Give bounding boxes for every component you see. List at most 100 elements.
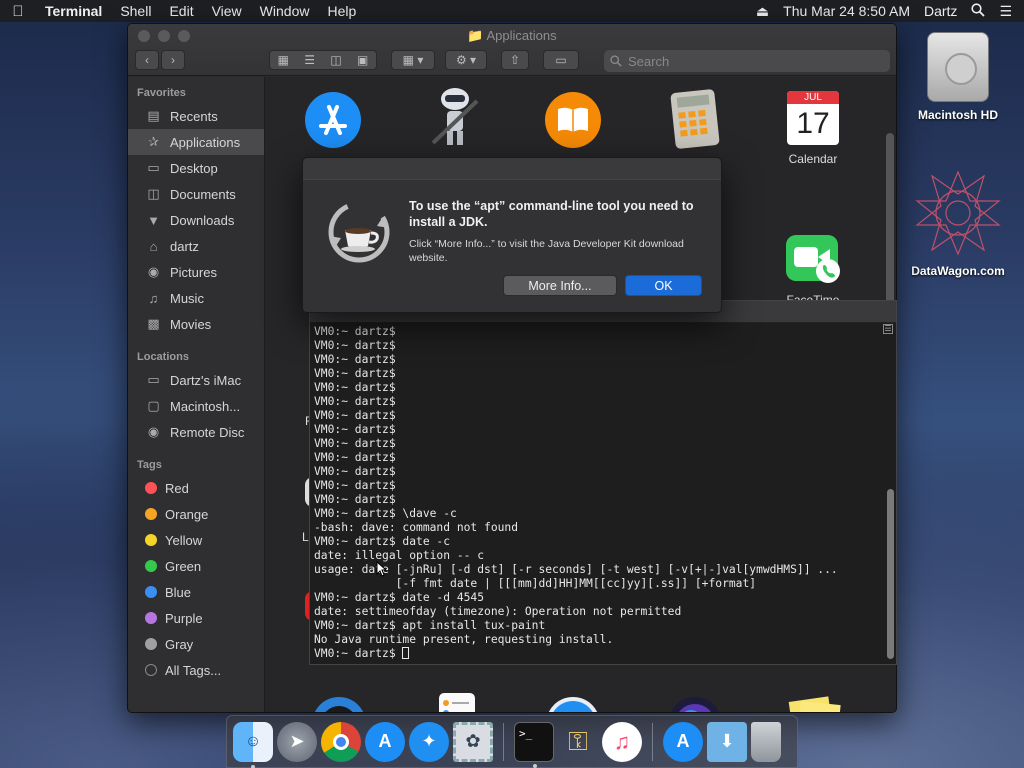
tags-button[interactable]: ▭ xyxy=(543,50,579,70)
sidebar-tag-red[interactable]: Red xyxy=(128,475,264,501)
spotlight-search-icon[interactable] xyxy=(971,2,986,20)
terminal-scrollbar[interactable] xyxy=(887,489,894,659)
menu-user[interactable]: Dartz xyxy=(924,3,957,19)
terminal-line: VM0:~ dartz$ date -d 4545 xyxy=(314,591,485,604)
terminal-window: VM0:~ dartz$ VM0:~ dartz$ VM0:~ dartz$ VM0:… xyxy=(309,300,897,665)
dock-finder-icon[interactable]: ☺ xyxy=(233,721,273,768)
app-item-quicktime[interactable] xyxy=(289,695,389,712)
forward-button[interactable]: › xyxy=(161,50,185,70)
all-tags-icon xyxy=(145,664,157,676)
notification-center-icon[interactable]: ☰ xyxy=(999,3,1012,20)
sidebar-heading-favorites: Favorites xyxy=(137,87,186,99)
menu-help[interactable]: Help xyxy=(318,3,365,19)
dock-separator xyxy=(503,722,504,761)
menu-shell[interactable]: Shell xyxy=(111,3,160,19)
desktop-icon-datawagon[interactable]: DataWagon.com xyxy=(903,168,1013,278)
sidebar-item-imac[interactable]: ▭ Dartz's iMac xyxy=(128,367,264,393)
app-item-calculator[interactable] xyxy=(645,89,745,152)
sidebar-tag-gray[interactable]: Gray xyxy=(128,631,264,657)
dock-mail-stamp-icon[interactable]: ✿ xyxy=(453,721,493,762)
tag-color-dot xyxy=(145,482,157,494)
sidebar-tag-green[interactable]: Green xyxy=(128,553,264,579)
sidebar-item-downloads[interactable]: ▼ Downloads xyxy=(128,207,264,233)
share-button[interactable]: ⇧ xyxy=(501,50,529,70)
running-indicator xyxy=(251,764,255,768)
sidebar-item-movies[interactable]: ▩ Movies xyxy=(128,311,264,337)
dock-app-store-icon[interactable]: A xyxy=(663,721,703,762)
more-info-button[interactable]: More Info... xyxy=(503,275,617,296)
menu-window[interactable]: Window xyxy=(251,3,319,19)
sidebar-item-home[interactable]: ⌂ dartz xyxy=(128,233,264,259)
dock-downloads-folder-icon[interactable]: ⬇ xyxy=(707,721,747,762)
action-button[interactable]: ⚙ ▾ xyxy=(445,50,487,70)
dock: ☺ ➤ A ✦ ✿ >_ ⚿ ♫ A ⬇ xyxy=(226,715,798,768)
sidebar-item-applications[interactable]: ✰ Applications xyxy=(128,129,264,155)
app-item-app-store[interactable] xyxy=(283,91,383,152)
app-item-facetime[interactable]: FaceTime xyxy=(763,233,863,307)
eject-icon[interactable]: ⏏ xyxy=(756,3,769,20)
sidebar-tag-blue[interactable]: Blue xyxy=(128,579,264,605)
terminal-line: VM0:~ dartz$ xyxy=(314,647,882,661)
calendar-icon: JUL 17 xyxy=(787,91,839,145)
terminal-line: [-f fmt date | [[[mm]dd]HH]MM[[cc]yy][.s… xyxy=(314,577,757,590)
menu-clock[interactable]: Thu Mar 24 8:50 AM xyxy=(783,3,910,19)
back-button[interactable]: ‹ xyxy=(135,50,159,70)
list-view-icon[interactable]: ☰ xyxy=(304,53,315,67)
app-item-siri[interactable] xyxy=(645,695,745,712)
dock-app-store-icon[interactable]: A xyxy=(365,721,405,762)
group-by-button[interactable]: ▦ ▾ xyxy=(391,50,435,70)
app-item-automator[interactable] xyxy=(405,85,505,152)
tag-color-dot xyxy=(145,638,157,650)
desktop-icon-label: Macintosh HD xyxy=(917,108,998,122)
menu-edit[interactable]: Edit xyxy=(160,3,202,19)
view-mode-selector[interactable]: ▦ ☰ ◫ ▣ xyxy=(269,50,377,70)
terminal-line: VM0:~ dartz$ apt install tux-paint xyxy=(314,619,546,632)
search-field[interactable]: Search xyxy=(604,50,890,72)
ok-button[interactable]: OK xyxy=(625,275,702,296)
sidebar-tag-purple[interactable]: Purple xyxy=(128,605,264,631)
dialog-message: Click “More Info...” to visit the Java D… xyxy=(409,238,684,264)
sidebar-item-documents[interactable]: ◫ Documents xyxy=(128,181,264,207)
terminal-line: VM0:~ dartz$ xyxy=(314,395,396,408)
app-item-books[interactable] xyxy=(523,91,623,152)
stickies-icon xyxy=(788,696,841,712)
sidebar-item-music[interactable]: ♫ Music xyxy=(128,285,264,311)
app-item-stickies[interactable] xyxy=(763,693,863,712)
app-item-reminders[interactable] xyxy=(407,691,507,712)
sidebar-tag-orange[interactable]: Orange xyxy=(128,501,264,527)
app-item-safari[interactable] xyxy=(523,695,623,712)
icon-view-icon[interactable]: ▦ xyxy=(278,53,289,67)
column-view-icon[interactable]: ◫ xyxy=(330,53,341,67)
search-icon xyxy=(610,55,622,67)
sidebar-all-tags[interactable]: All Tags... xyxy=(128,657,264,683)
sidebar-item-remote-disc[interactable]: ◉ Remote Disc xyxy=(128,419,264,445)
computer-icon: ▭ xyxy=(147,372,160,387)
dock-terminal-icon[interactable]: >_ xyxy=(514,721,554,768)
terminal-line: VM0:~ dartz$ xyxy=(314,493,396,506)
automator-robot-icon xyxy=(431,88,479,145)
dock-chrome-icon[interactable] xyxy=(321,721,361,762)
dock-keychain-icon[interactable]: ⚿ xyxy=(558,722,598,762)
quicktime-icon xyxy=(314,697,364,712)
sidebar-item-macintosh-hd[interactable]: ▢ Macintosh... xyxy=(128,393,264,419)
terminal-split-icon[interactable]: ☰ xyxy=(883,324,893,334)
sidebar-item-pictures[interactable]: ◉ Pictures xyxy=(128,259,264,285)
sidebar-item-desktop[interactable]: ▭ Desktop xyxy=(128,155,264,181)
app-item-calendar[interactable]: JUL 17 Calendar xyxy=(763,91,863,166)
dock-music-icon[interactable]: ♫ xyxy=(602,721,642,762)
gallery-view-icon[interactable]: ▣ xyxy=(357,53,368,67)
desktop-icon: ▭ xyxy=(147,160,160,175)
grid-icon: ▦ ▾ xyxy=(402,53,424,67)
apple-menu-icon[interactable]:  xyxy=(0,3,36,20)
finder-scrollbar[interactable] xyxy=(886,133,894,323)
sidebar-item-recents[interactable]: ▤ Recents xyxy=(128,103,264,129)
dock-safari-icon[interactable]: ✦ xyxy=(409,721,449,762)
menu-view[interactable]: View xyxy=(203,3,251,19)
dock-launchpad-icon[interactable]: ➤ xyxy=(277,721,317,762)
terminal-output[interactable]: VM0:~ dartz$ VM0:~ dartz$ VM0:~ dartz$ VM0:… xyxy=(314,325,882,664)
sidebar-tag-yellow[interactable]: Yellow xyxy=(128,527,264,553)
dock-trash-icon[interactable] xyxy=(751,721,781,762)
menu-app-name[interactable]: Terminal xyxy=(36,3,111,19)
music-note-icon: ♫ xyxy=(148,290,159,306)
desktop-icon-macintosh-hd[interactable]: Macintosh HD xyxy=(903,32,1013,122)
